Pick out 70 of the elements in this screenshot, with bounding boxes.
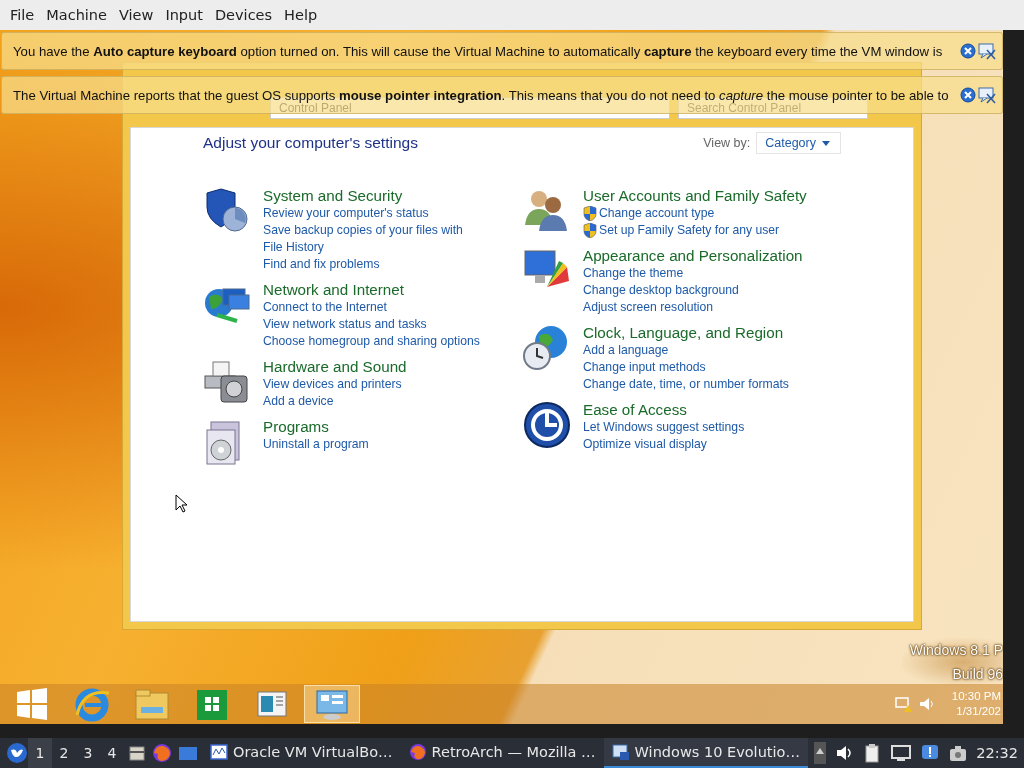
category-link[interactable]: Set up Family Safety for any user <box>583 222 803 239</box>
chart-window-icon <box>210 743 228 761</box>
category-link[interactable]: Change the theme <box>583 265 803 282</box>
shield-icon <box>203 187 251 235</box>
menu-item[interactable]: Devices <box>208 7 279 23</box>
category-link[interactable]: Save backup copies of your files with File History <box>263 222 483 256</box>
task-button[interactable]: Oracle VM VirtualBo… <box>202 738 401 768</box>
scroll-up-icon <box>814 742 827 764</box>
category-title[interactable]: Hardware and Sound <box>263 358 407 375</box>
file-cabinet-icon <box>128 744 146 762</box>
category-link[interactable]: Add a device <box>263 393 407 410</box>
close-icon[interactable] <box>960 87 976 103</box>
camera-icon <box>948 743 969 763</box>
category-link[interactable]: Adjust screen resolution <box>583 299 803 316</box>
notification-message: The Virtual Machine reports that the guest OS supports mouse pointer integration. This means that you do not need to capture the mouse pointer to be able to <box>13 87 950 103</box>
menu-item[interactable]: File <box>4 7 41 23</box>
clock-text: 22:32 <box>976 745 1018 761</box>
category-title[interactable]: System and Security <box>263 187 483 204</box>
balloon-cross-icon[interactable] <box>978 86 996 104</box>
mouse-pointer-icon <box>175 494 187 513</box>
menu-item[interactable]: Machine <box>40 7 113 23</box>
category-link[interactable]: Review your computer's status <box>263 205 483 222</box>
task-button[interactable]: Windows 10 Evolutio… <box>603 738 808 768</box>
accessibility-icon <box>523 401 571 449</box>
category-link[interactable]: Add a language <box>583 342 789 359</box>
page-heading: Adjust your computer's settings <box>203 134 418 152</box>
task-button[interactable]: RetroArch — Mozilla … <box>400 738 604 768</box>
category-title[interactable]: User Accounts and Family Safety <box>583 187 807 204</box>
category-link[interactable]: Uninstall a program <box>263 436 369 453</box>
window-with-badge-icon <box>611 743 630 761</box>
close-icon[interactable] <box>960 43 976 59</box>
speaker-icon <box>917 695 936 713</box>
category-title[interactable]: Ease of Access <box>583 401 745 418</box>
category-link[interactable]: Choose homegroup and sharing options <box>263 333 480 350</box>
category-link[interactable]: Let Windows suggest settings <box>583 419 745 436</box>
network-monitor-icon <box>890 743 913 763</box>
view-by-label: View by: <box>703 136 751 150</box>
workspace-button[interactable]: 4 <box>100 738 124 768</box>
category-title[interactable]: Network and Internet <box>263 281 480 298</box>
clock-time: 10:30 PM <box>951 689 1001 704</box>
balloon-cross-icon[interactable] <box>978 42 996 60</box>
category-title[interactable]: Clock, Language, and Region <box>583 324 789 341</box>
category-link[interactable]: Optimize visual display <box>583 436 745 453</box>
window-icon <box>178 744 198 762</box>
notification-message: You have the Auto capture keyboard option turned on. This will cause the Virtual Machine to automatically capture the keyboard every time the VM window is <box>13 43 944 59</box>
bird-menu-icon <box>6 742 28 764</box>
build-watermark-text: Windows 8.1 P <box>909 641 1003 660</box>
category-link[interactable]: Change input methods <box>583 359 789 376</box>
category-link[interactable]: Find and fix problems <box>263 256 483 273</box>
category-link[interactable]: Connect to the Internet <box>263 299 480 316</box>
view-by-dropdown[interactable]: Category <box>756 132 841 154</box>
category-link[interactable]: View network status and tasks <box>263 316 480 333</box>
category-link[interactable]: View devices and printers <box>263 376 407 393</box>
menu-item[interactable]: Help <box>278 7 324 23</box>
printer-speaker-icon <box>203 358 251 406</box>
workspace-button[interactable]: 2 <box>52 738 76 768</box>
category-title[interactable]: Programs <box>263 418 369 435</box>
category-link[interactable]: Change desktop background <box>583 282 803 299</box>
build-watermark-text: Build 96 <box>952 665 1003 684</box>
clock-date: 1/31/202 <box>956 704 1001 719</box>
category-link[interactable]: Change account type <box>583 205 803 222</box>
caret-icon <box>822 140 830 146</box>
menu-item[interactable]: View <box>112 7 160 23</box>
taskbar-button[interactable] <box>304 685 360 723</box>
menu-item[interactable]: Input <box>159 7 209 23</box>
network-warning-icon <box>893 695 912 713</box>
category-title[interactable]: Appearance and Personalization <box>583 247 803 264</box>
workspace-button[interactable]: 1 <box>28 738 52 768</box>
category-link[interactable]: Change date, time, or number formats <box>583 376 789 393</box>
workspace-button[interactable]: 3 <box>76 738 100 768</box>
